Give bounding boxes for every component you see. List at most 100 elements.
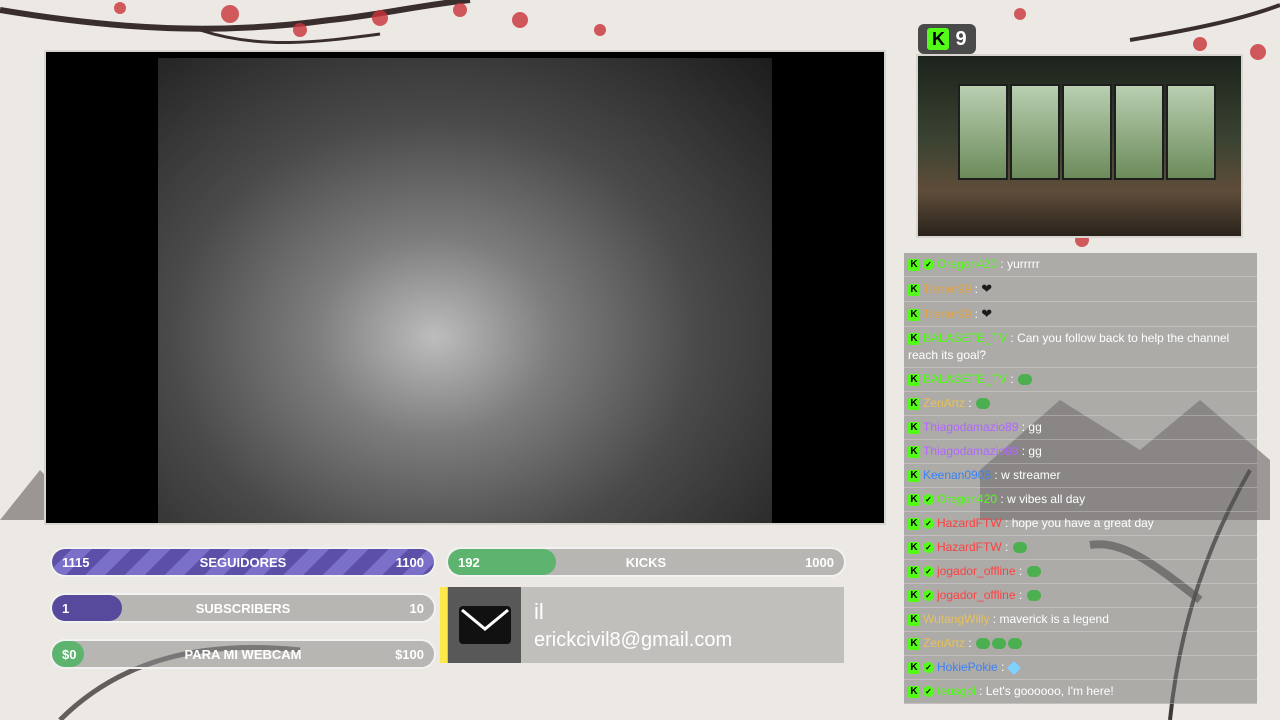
chat-message: K BALASETE_TV : bbox=[904, 368, 1257, 392]
mail-icon-container bbox=[448, 587, 521, 663]
kick-badge-icon: K bbox=[908, 493, 920, 506]
contact-email-widget: il erickcivil8@gmail.com bbox=[440, 587, 844, 663]
chat-username[interactable]: Oregon420 bbox=[937, 492, 997, 506]
frog-emote-icon bbox=[1018, 374, 1033, 386]
chat-username[interactable]: ZenArtz bbox=[923, 396, 965, 410]
kick-count-badge: K 9 bbox=[918, 24, 976, 54]
kick-badge-icon: K bbox=[908, 283, 920, 296]
frog-emote-icon bbox=[1008, 638, 1023, 650]
chat-username[interactable]: BALASETE_TV bbox=[923, 331, 1007, 345]
chat-message: K ZenArtz : bbox=[904, 392, 1257, 416]
chat-message: K Keenan0908 : w streamer bbox=[904, 464, 1257, 488]
goal-bar-seguidores: 1115 SEGUIDORES 1100 bbox=[50, 547, 436, 577]
stream-video-image bbox=[158, 58, 772, 523]
frog-emote-icon bbox=[1012, 542, 1027, 554]
chat-username[interactable]: Trener99 bbox=[923, 282, 971, 296]
kick-badge-icon: K bbox=[908, 613, 920, 626]
chat-separator: : bbox=[1018, 444, 1029, 458]
chat-username[interactable]: Oregon420 bbox=[937, 257, 997, 271]
chat-separator: : bbox=[1007, 331, 1018, 345]
frog-emote-icon bbox=[976, 638, 991, 650]
mail-address: erickcivil8@gmail.com bbox=[534, 629, 733, 651]
chat-username[interactable]: HazardFTW bbox=[937, 540, 1002, 554]
chat-username[interactable]: Trener99 bbox=[923, 307, 971, 321]
verified-check-icon: ✓ bbox=[923, 590, 934, 602]
chat-separator: : bbox=[965, 636, 976, 650]
chat-username[interactable]: Thiagodamazio89 bbox=[923, 420, 1018, 434]
chat-username[interactable]: BALASETE_TV bbox=[923, 372, 1007, 386]
kick-badge-icon: K bbox=[908, 637, 920, 650]
chat-message: K Trener99 : ❤ bbox=[904, 277, 1257, 302]
frog-emote-icon bbox=[976, 398, 991, 410]
chat-separator: : bbox=[965, 396, 976, 410]
verified-check-icon: ✓ bbox=[923, 662, 934, 674]
chat-message: K ✓ HazardFTW : hope you have a great day bbox=[904, 512, 1257, 536]
chat-message: K ZenArtz : bbox=[904, 632, 1257, 656]
chat-separator: : bbox=[1007, 372, 1018, 386]
chat-separator: : bbox=[971, 282, 982, 296]
chat-separator: : bbox=[991, 468, 1002, 482]
goal-label: KICKS bbox=[625, 554, 667, 570]
kick-badge-icon: K bbox=[908, 373, 920, 386]
kick-badge-icon: K bbox=[908, 258, 920, 271]
window-pane bbox=[1166, 84, 1216, 180]
chat-username[interactable]: teusgol bbox=[937, 684, 976, 698]
kick-badge-icon: K bbox=[908, 517, 920, 530]
kick-badge-icon: K bbox=[908, 565, 920, 578]
chat-username[interactable]: HazardFTW bbox=[937, 516, 1002, 530]
kick-badge-icon: K bbox=[908, 541, 920, 554]
chat-text: maverick is a legend bbox=[999, 612, 1109, 626]
gem-emote-icon bbox=[1006, 660, 1021, 675]
chat-username[interactable]: jogador_offline bbox=[937, 564, 1016, 578]
chat-separator: : bbox=[997, 257, 1008, 271]
chat-username[interactable]: HokiePokie bbox=[937, 660, 998, 674]
chat-message: K ✓ teusgol : Let's goooooo, I'm here! bbox=[904, 680, 1257, 704]
chat-message: K ✓ Oregon420 : w vibes all day bbox=[904, 488, 1257, 512]
chat-separator: : bbox=[1018, 420, 1029, 434]
envelope-icon bbox=[458, 606, 511, 644]
chat-username[interactable]: ZenArtz bbox=[923, 636, 965, 650]
goal-target: $100 bbox=[395, 646, 424, 662]
chat-username[interactable]: WutangWilly bbox=[923, 612, 989, 626]
chat-panel[interactable]: K ✓ Oregon420 : yurrrrr K Trener99 : ❤ K Trene… bbox=[904, 253, 1257, 704]
chat-separator: : bbox=[989, 612, 1000, 626]
chat-text: gg bbox=[1028, 444, 1042, 458]
kick-badge-icon: K bbox=[908, 308, 920, 321]
chat-message: K ✓ jogador_offline : bbox=[904, 560, 1257, 584]
verified-check-icon: ✓ bbox=[923, 518, 934, 530]
kick-badge-icon: K bbox=[908, 332, 920, 345]
chat-text: Let's goooooo, I'm here! bbox=[985, 684, 1114, 698]
chat-message: K ✓ HokiePokie : bbox=[904, 656, 1257, 680]
chat-message: K Trener99 : ❤ bbox=[904, 302, 1257, 327]
goal-label: SEGUIDORES bbox=[199, 554, 287, 570]
chat-text: hope you have a great day bbox=[1011, 516, 1154, 530]
chat-username[interactable]: Thiagodamazio89 bbox=[923, 444, 1018, 458]
main-stream-video[interactable] bbox=[44, 50, 886, 525]
chat-text: w streamer bbox=[1001, 468, 1061, 482]
kick-badge-icon: K bbox=[908, 445, 920, 458]
kick-badge-icon: K bbox=[908, 685, 920, 698]
chat-separator: : bbox=[1001, 540, 1012, 554]
goal-target: 10 bbox=[409, 600, 424, 616]
chat-text: w vibes all day bbox=[1007, 492, 1086, 506]
chat-separator: : bbox=[997, 492, 1008, 506]
chat-username[interactable]: Keenan0908 bbox=[923, 468, 991, 482]
goal-bar-webcam: $0 PARA MI WEBCAM $100 bbox=[50, 639, 436, 669]
chat-separator: : bbox=[1001, 516, 1012, 530]
verified-check-icon: ✓ bbox=[923, 566, 934, 578]
goal-bar-subscribers: 1 SUBSCRIBERS 10 bbox=[50, 593, 436, 623]
kick-badge-icon: K bbox=[908, 661, 920, 674]
goal-target: 1100 bbox=[395, 554, 424, 570]
verified-check-icon: ✓ bbox=[923, 494, 934, 506]
chat-message: K Thiagodamazio89 : gg bbox=[904, 440, 1257, 464]
chat-username[interactable]: jogador_offline bbox=[937, 588, 1016, 602]
frog-emote-icon bbox=[1026, 590, 1041, 602]
goal-target: 1000 bbox=[805, 554, 834, 570]
chat-separator: : bbox=[1015, 564, 1026, 578]
chat-message: K ✓ Oregon420 : yurrrrr bbox=[904, 253, 1257, 277]
frog-emote-icon bbox=[992, 638, 1007, 650]
kick-badge-icon: K bbox=[908, 469, 920, 482]
verified-check-icon: ✓ bbox=[923, 542, 934, 554]
kick-logo-icon: K bbox=[927, 28, 950, 50]
frog-emote-icon bbox=[1026, 566, 1041, 578]
